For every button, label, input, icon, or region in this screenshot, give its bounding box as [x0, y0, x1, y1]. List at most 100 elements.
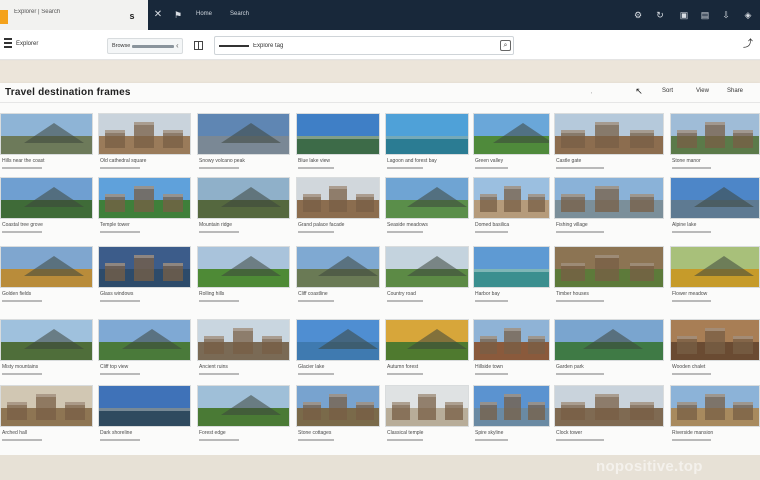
share-link[interactable]: Share: [727, 88, 743, 94]
settings-icon[interactable]: ⚙: [632, 9, 644, 21]
photo-thumbnail[interactable]: [0, 319, 93, 361]
bookmark-icon[interactable]: ⚑: [172, 9, 184, 21]
search-submit-icon[interactable]: ⌕: [500, 40, 511, 51]
sort-link[interactable]: Sort: [662, 88, 673, 94]
photo-thumbnail[interactable]: [0, 113, 93, 155]
thumbnail-building: [418, 394, 436, 421]
thumbnail-meta-line: [387, 300, 423, 302]
photo-thumbnail[interactable]: [197, 113, 290, 155]
photo-thumbnail[interactable]: [296, 385, 380, 427]
photo-thumbnail[interactable]: [296, 246, 380, 288]
window-icon[interactable]: ▣: [678, 9, 690, 21]
thumbnail-mountain: [318, 255, 378, 276]
photo-thumbnail[interactable]: [473, 246, 550, 288]
thumbnail-meta-line: [475, 300, 508, 302]
thumbnail-caption: Mountain ridge: [199, 222, 233, 228]
thumbnail-caption: Misty mountains: [2, 364, 39, 370]
photo-thumbnail[interactable]: [385, 319, 469, 361]
thumbnail-shoreline: [386, 136, 468, 139]
photo-thumbnail[interactable]: [554, 385, 664, 427]
photo-thumbnail[interactable]: [473, 319, 550, 361]
search-prefix-line: [219, 45, 249, 47]
photo-thumbnail[interactable]: [554, 246, 664, 288]
thumbnail-meta-line: [387, 373, 423, 375]
thumbnail-building: [733, 336, 753, 355]
photo-thumbnail[interactable]: [197, 319, 290, 361]
photo-thumbnail[interactable]: [670, 246, 760, 288]
thumbnail-building: [630, 130, 654, 149]
photo-thumbnail[interactable]: [296, 113, 380, 155]
thumbnail-mountain: [221, 186, 281, 207]
topbar-link-search[interactable]: Search: [230, 11, 249, 17]
thumbnail-building: [705, 122, 725, 149]
photo-thumbnail[interactable]: [670, 385, 760, 427]
tab-close-icon[interactable]: ✕: [153, 9, 163, 21]
photo-thumbnail[interactable]: [385, 177, 469, 219]
thumbnail-building: [561, 130, 585, 149]
photo-thumbnail[interactable]: [98, 113, 191, 155]
photo-thumbnail[interactable]: [197, 246, 290, 288]
thumbnail-caption: Harbor bay: [475, 291, 500, 297]
photo-thumbnail[interactable]: [98, 177, 191, 219]
thumbnail-meta-line: [100, 167, 140, 169]
thumbnail-shoreline: [297, 136, 379, 139]
photo-thumbnail[interactable]: [554, 113, 664, 155]
filter-dropdown[interactable]: Browse ‹: [107, 38, 183, 54]
photo-thumbnail[interactable]: [670, 113, 760, 155]
thumbnail-mountain: [24, 186, 84, 207]
thumbnail-meta-line: [199, 300, 239, 302]
grid-view-icon[interactable]: [194, 41, 203, 50]
photo-thumbnail[interactable]: [554, 319, 664, 361]
thumbnail-building: [356, 402, 374, 421]
photo-thumbnail[interactable]: [473, 177, 550, 219]
refresh-icon[interactable]: ↻: [654, 9, 666, 21]
photo-thumbnail[interactable]: [0, 385, 93, 427]
document-icon[interactable]: ▤: [699, 9, 711, 21]
thumbnail-caption: Domed basilica: [475, 222, 510, 228]
photo-thumbnail[interactable]: [385, 385, 469, 427]
photo-thumbnail[interactable]: [473, 113, 550, 155]
thumbnail-meta-line: [556, 300, 604, 302]
browser-tab[interactable]: Explorer | Search s: [0, 0, 148, 30]
topbar-link-home[interactable]: Home: [196, 11, 212, 17]
thumbnail-mountain: [407, 255, 467, 276]
thumbnail-meta-line: [475, 167, 508, 169]
view-link[interactable]: View: [696, 88, 709, 94]
edit-icon[interactable]: ↖: [634, 85, 644, 97]
download-icon[interactable]: ⇩: [720, 9, 732, 21]
thumbnail-meta-line: [100, 300, 140, 302]
thumbnail-caption: Temple tower: [100, 222, 130, 228]
photo-thumbnail[interactable]: [0, 246, 93, 288]
photo-thumbnail[interactable]: [385, 113, 469, 155]
search-input[interactable]: [253, 39, 493, 52]
thumbnail-building: [677, 336, 697, 355]
thumbnail-caption: Glacier lake: [298, 364, 325, 370]
photo-thumbnail[interactable]: [197, 385, 290, 427]
thumbnail-building: [528, 402, 545, 421]
photo-thumbnail[interactable]: [670, 319, 760, 361]
photo-thumbnail[interactable]: [296, 177, 380, 219]
photo-thumbnail[interactable]: [296, 319, 380, 361]
photo-thumbnail[interactable]: [554, 177, 664, 219]
photo-thumbnail[interactable]: [473, 385, 550, 427]
photo-thumbnail[interactable]: [98, 385, 191, 427]
photo-thumbnail[interactable]: [98, 319, 191, 361]
thumbnail-mountain: [24, 328, 84, 349]
share-icon[interactable]: ⤴: [742, 39, 754, 51]
thumbnail-building: [595, 394, 619, 421]
page-title: Travel destination frames: [5, 87, 131, 98]
thumbnail-meta-line: [199, 439, 239, 441]
photo-thumbnail[interactable]: [197, 177, 290, 219]
photo-thumbnail[interactable]: [0, 177, 93, 219]
menu-icon[interactable]: [4, 38, 12, 48]
thumbnail-mountain: [407, 186, 467, 207]
thumbnail-building: [595, 122, 619, 149]
notification-icon[interactable]: ◈: [742, 9, 754, 21]
photo-thumbnail[interactable]: [98, 246, 191, 288]
thumbnail-mountain: [694, 186, 754, 207]
photo-thumbnail[interactable]: [670, 177, 760, 219]
thumbnail-building: [134, 186, 154, 213]
photo-thumbnail[interactable]: [385, 246, 469, 288]
thumbnail-building: [480, 336, 497, 355]
thumbnail-caption: Cliff coastline: [298, 291, 328, 297]
